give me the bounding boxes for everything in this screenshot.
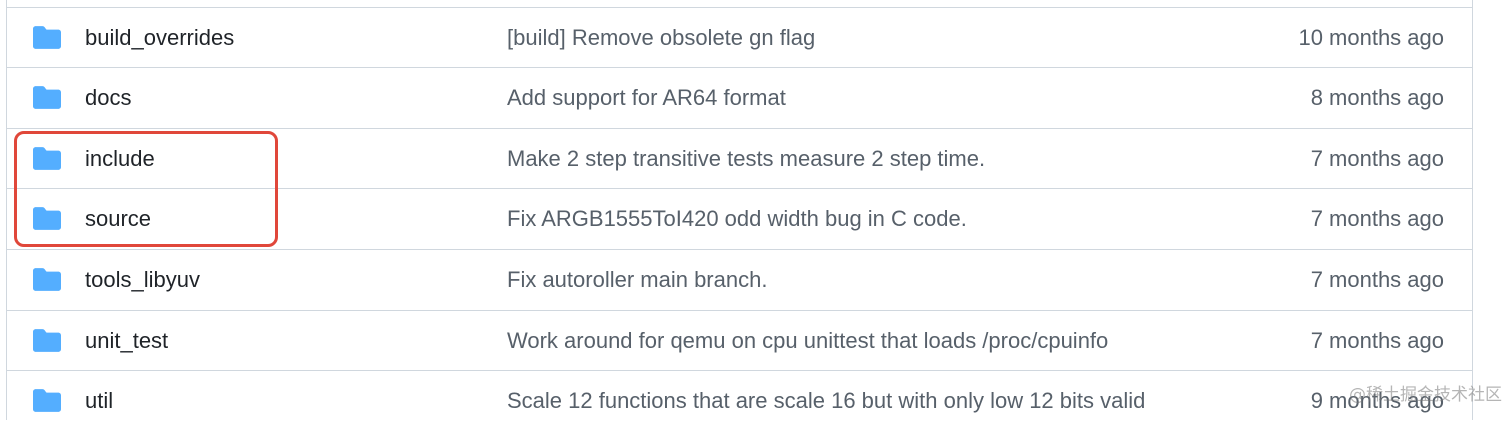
commit-age: 7 months ago [1310, 267, 1444, 292]
file-name-link[interactable]: unit_test [85, 311, 168, 371]
folder-icon [33, 26, 61, 49]
commit-message-link[interactable]: Add support for AR64 format [507, 68, 786, 128]
file-row[interactable]: unit_test Work around for qemu on cpu un… [7, 310, 1472, 370]
file-name-link[interactable]: build_overrides [85, 8, 234, 68]
commit-message-link[interactable]: Scale 12 functions that are scale 16 but… [507, 371, 1145, 431]
file-name-link[interactable]: docs [85, 68, 131, 128]
commit-age: 7 months ago [1310, 328, 1444, 353]
commit-age: 7 months ago [1310, 146, 1444, 171]
folder-icon [33, 389, 61, 412]
folder-icon [33, 268, 61, 291]
commit-message-link[interactable]: Make 2 step transitive tests measure 2 s… [507, 129, 985, 189]
folder-icon [33, 86, 61, 109]
commit-age: 7 months ago [1310, 206, 1444, 231]
folder-icon [33, 329, 61, 352]
commit-message-link[interactable]: Fix ARGB1555ToI420 odd width bug in C co… [507, 189, 967, 249]
commit-message-link[interactable]: Fix autoroller main branch. [507, 250, 767, 310]
highlight-box [14, 131, 278, 247]
watermark: @稀土掘金技术社区 [1349, 385, 1502, 405]
file-row[interactable]: build_overrides [build] Remove obsolete … [7, 7, 1472, 67]
commit-message-link[interactable]: [build] Remove obsolete gn flag [507, 8, 815, 68]
file-name-link[interactable]: util [85, 371, 113, 431]
commit-age: 10 months ago [1298, 25, 1444, 50]
file-row[interactable]: docs Add support for AR64 format 8 month… [7, 67, 1472, 127]
file-row[interactable]: tools_libyuv Fix autoroller main branch.… [7, 249, 1472, 309]
file-name-link[interactable]: tools_libyuv [85, 250, 200, 310]
file-row[interactable]: util Scale 12 functions that are scale 1… [7, 370, 1472, 430]
commit-message-link[interactable]: Work around for qemu on cpu unittest tha… [507, 311, 1108, 371]
commit-age: 8 months ago [1310, 85, 1444, 110]
